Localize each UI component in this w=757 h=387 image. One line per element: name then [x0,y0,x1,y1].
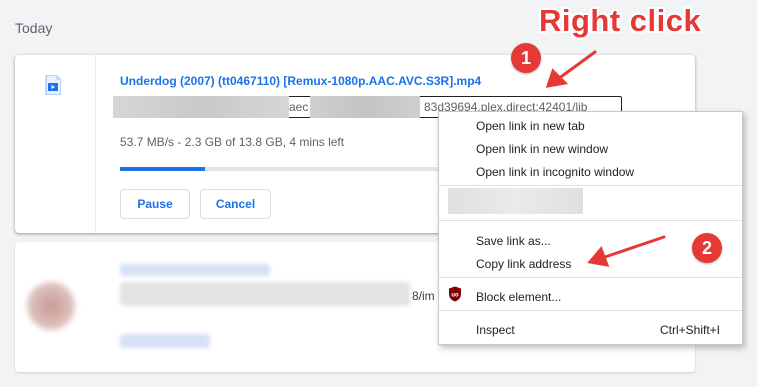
step-1-badge: 1 [511,43,541,73]
blurred-button [120,334,210,348]
section-title: Today [15,20,53,36]
menu-item-copy-link-address[interactable]: Copy link address [476,257,571,271]
pause-button[interactable]: Pause [120,189,190,219]
step-2-badge: 2 [692,233,722,263]
menu-item-open-new-window[interactable]: Open link in new window [476,142,608,156]
menu-separator [439,220,742,221]
download-progress-fill [120,167,205,171]
ublock-icon: uo [449,286,461,302]
url-redacted-segment [310,96,420,118]
inspect-shortcut: Ctrl+Shift+I [659,323,720,337]
menu-separator [439,310,742,311]
menu-item-inspect[interactable]: Inspect [476,323,515,337]
url-redacted-segment [113,96,289,118]
download-icon-column [15,55,96,233]
menu-item-save-link[interactable]: Save link as... [476,234,551,248]
blurred-thumbnail [27,282,75,330]
context-menu: Open link in new tab Open link in new wi… [438,111,743,345]
menu-separator [439,277,742,278]
svg-text:uo: uo [451,293,459,299]
blurred-file-name [120,264,270,276]
menu-item-block-element[interactable]: Block element... [476,290,561,304]
url-fragment: aec [289,100,309,114]
download-file-name[interactable]: Underdog (2007) (tt0467110) [Remux-1080p… [120,74,481,88]
annotation-title: Right click [539,3,702,38]
menu-item-redacted[interactable] [448,188,583,214]
download-status: 53.7 MB/s - 2.3 GB of 13.8 GB, 4 mins le… [120,135,345,149]
menu-item-open-new-tab[interactable]: Open link in new tab [476,119,585,133]
cancel-button[interactable]: Cancel [200,189,271,219]
menu-separator [439,185,742,186]
menu-item-open-incognito[interactable]: Open link in incognito window [476,165,634,179]
blurred-url [120,282,410,306]
url-fragment: 8/im [412,289,435,303]
video-file-icon [45,75,61,95]
